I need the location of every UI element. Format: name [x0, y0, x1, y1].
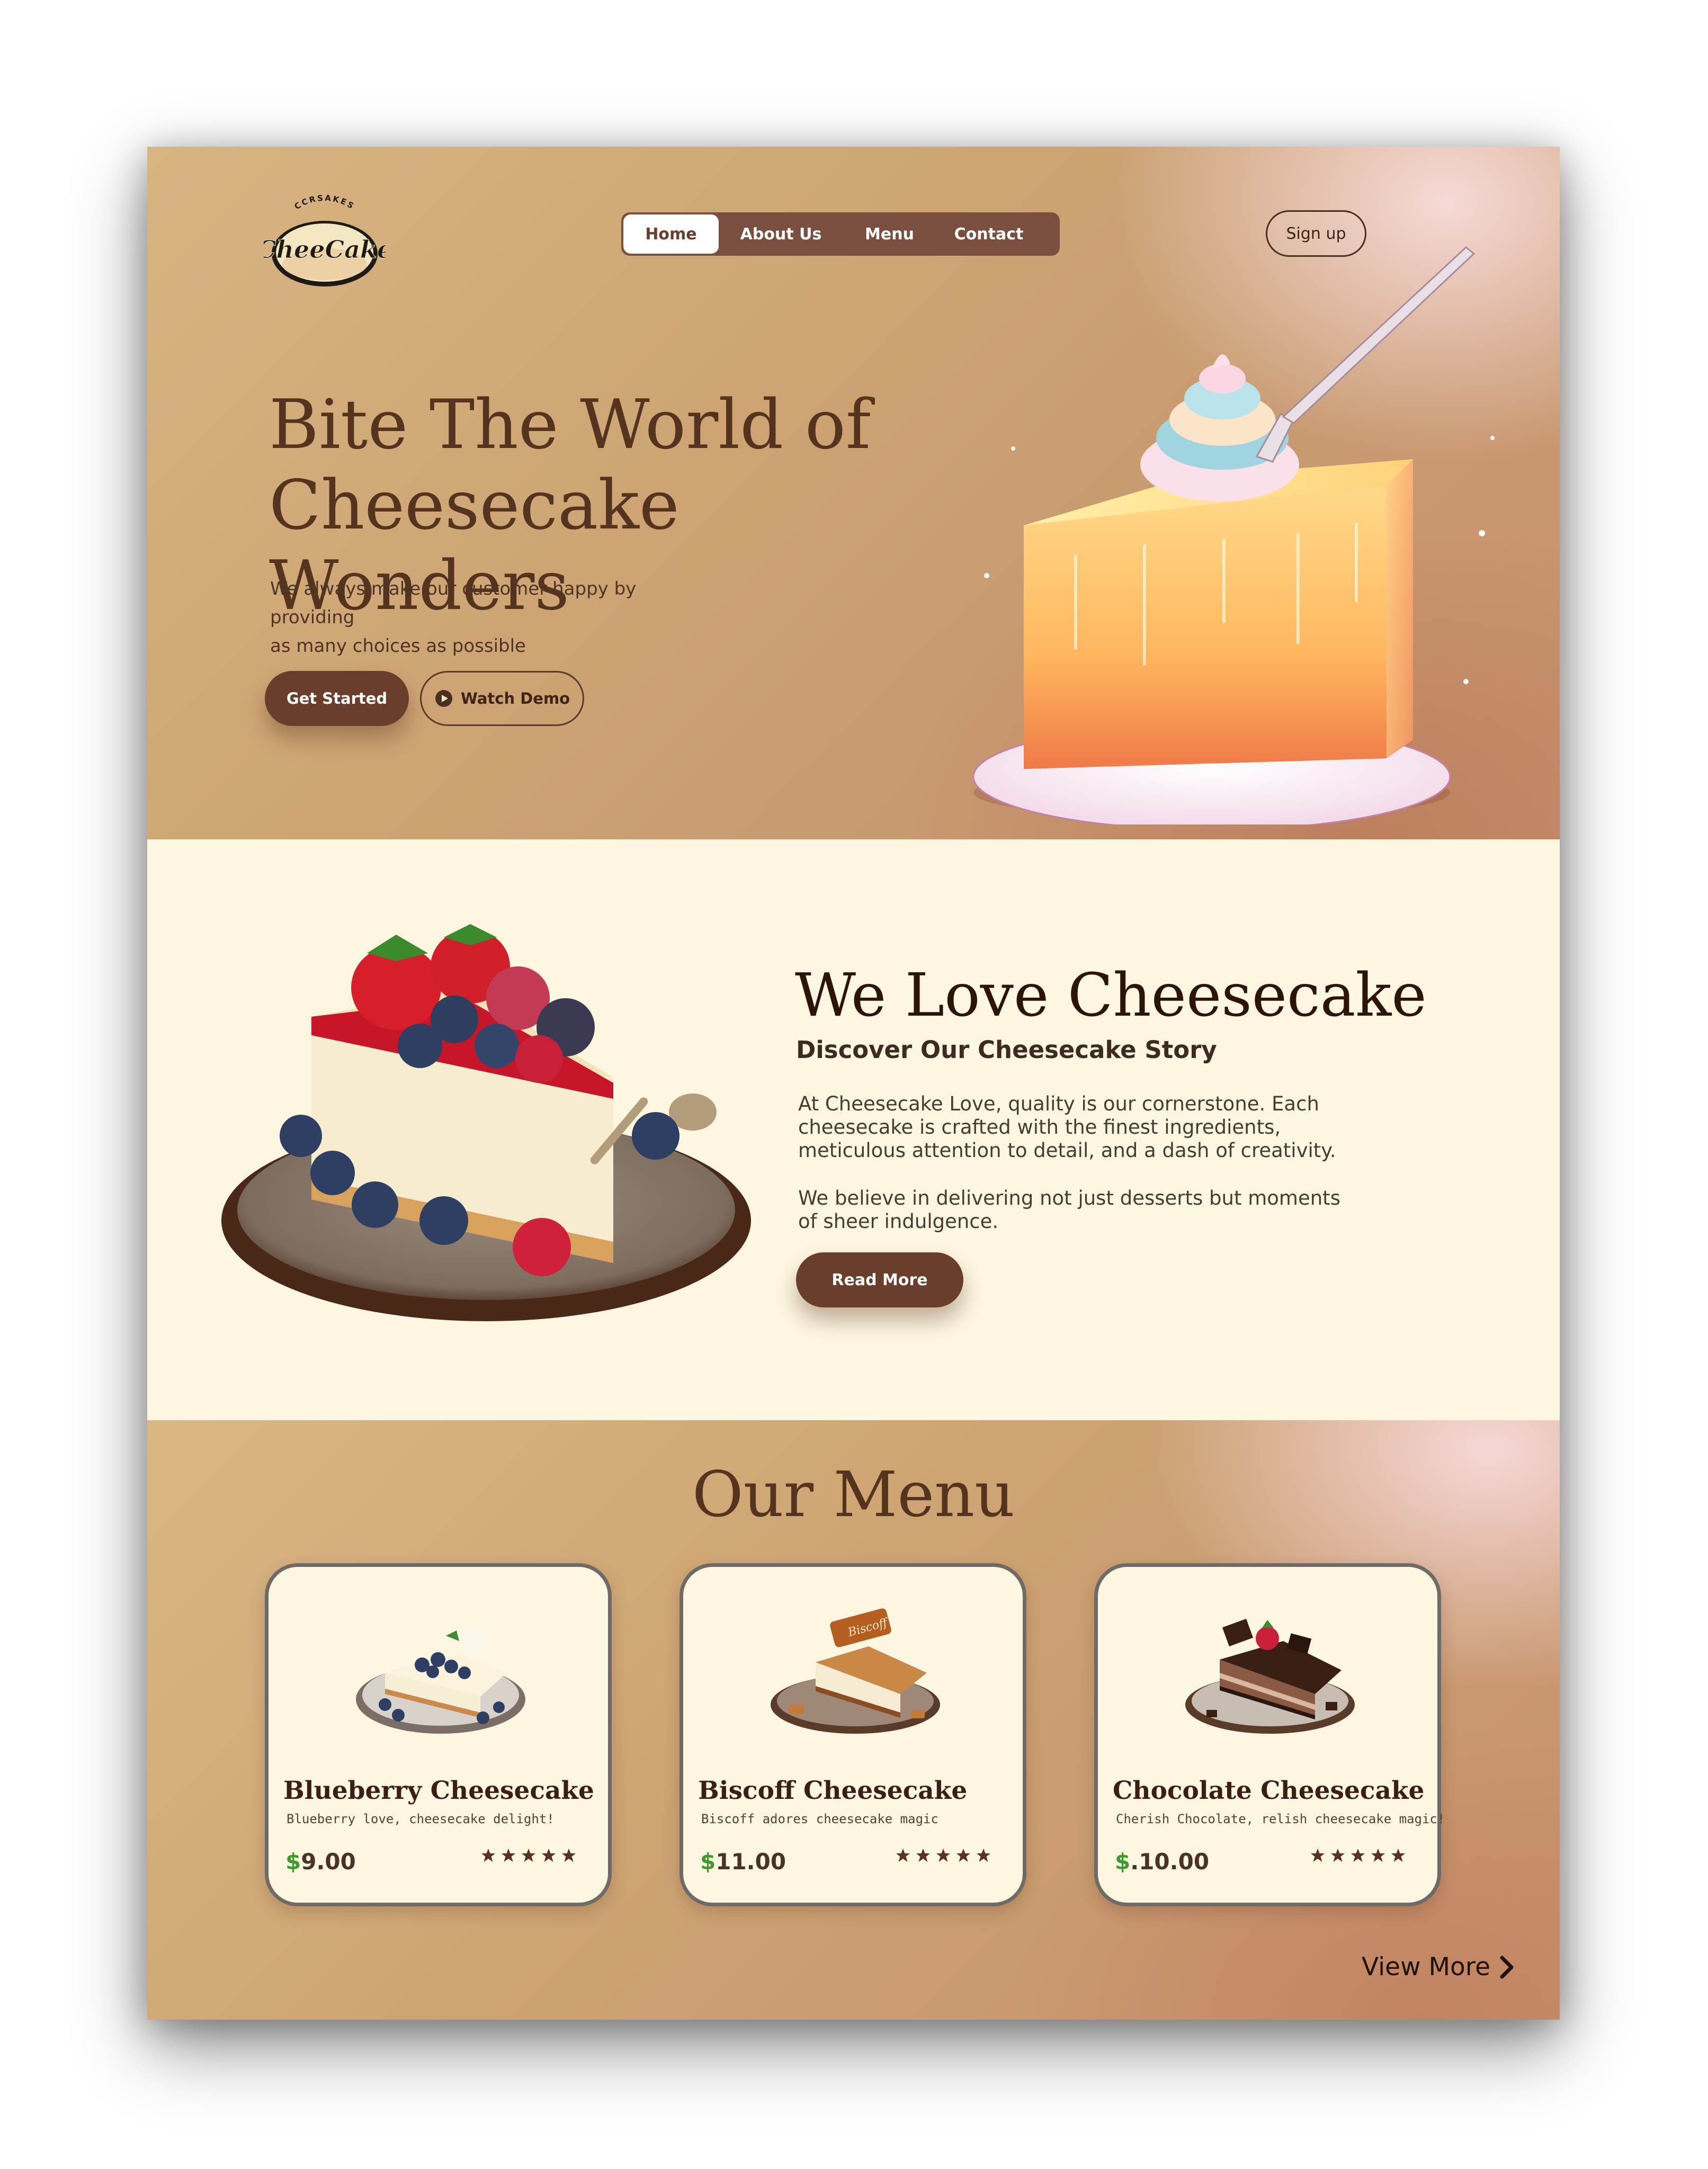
watch-demo-button[interactable]: Watch Demo — [420, 671, 584, 726]
svg-text:CCRSAKES: CCRSAKES — [293, 193, 357, 212]
price-value: 9.00 — [301, 1849, 356, 1875]
star-icon — [1371, 1849, 1385, 1862]
star-icon — [562, 1849, 576, 1862]
blueberry-cheesecake-image — [356, 1625, 525, 1734]
star-icon — [1311, 1849, 1325, 1862]
menu-item-price: $9.00 — [285, 1849, 356, 1875]
hero-title-line-1: Bite The World of — [269, 386, 871, 464]
hero-section: CCRSAKES CheeCake Home About Us Menu Con… — [147, 147, 1560, 839]
currency-symbol: $ — [1115, 1849, 1131, 1875]
hero-subtitle-line-1: We always make our customer happy by pro… — [270, 578, 637, 628]
star-icon — [1391, 1849, 1405, 1862]
star-icon — [1331, 1849, 1345, 1862]
berry-cheesecake-image — [221, 924, 751, 1321]
watch-demo-label: Watch Demo — [460, 689, 570, 707]
about-section: We Love Cheesecake Discover Our Cheeseca… — [147, 839, 1560, 1420]
star-icon — [1351, 1849, 1365, 1862]
menu-item-description: Cherish Chocolate, relish cheesecake mag… — [1116, 1812, 1445, 1826]
about-paragraph-1: At Cheesecake Love, quality is our corne… — [798, 1092, 1336, 1162]
menu-item-description: Biscoff adores cheesecake magic — [701, 1812, 938, 1826]
star-icon — [502, 1849, 515, 1862]
page: CCRSAKES CheeCake Home About Us Menu Con… — [147, 147, 1560, 2020]
star-icon — [522, 1849, 535, 1862]
play-icon — [435, 690, 452, 707]
chevron-right-icon — [1500, 1956, 1514, 1978]
logo-arc-text: CCRSAKES — [293, 193, 355, 212]
currency-symbol: $ — [285, 1849, 301, 1875]
get-started-button[interactable]: Get Started — [265, 671, 409, 726]
menu-item-title: Biscoff Cheesecake — [698, 1776, 968, 1805]
star-rating — [480, 1848, 577, 1863]
star-icon — [896, 1849, 910, 1862]
currency-symbol: $ — [700, 1849, 716, 1875]
star-rating — [895, 1848, 991, 1863]
nav-home[interactable]: Home — [623, 214, 719, 254]
nav-menu[interactable]: Menu — [843, 214, 936, 254]
hero-subtitle-line-2: as many choices as possible — [270, 635, 526, 657]
menu-section: Our Menu Blueberry Cheesecake Blueberry … — [147, 1420, 1560, 2020]
menu-card-chocolate[interactable]: Chocolate Cheesecake Cherish Chocolate, … — [1094, 1563, 1445, 1906]
brand-logo[interactable]: CCRSAKES CheeCake — [264, 190, 386, 291]
menu-item-title: Blueberry Cheesecake — [283, 1776, 594, 1805]
hero-subtitle: We always make our customer happy by pro… — [270, 575, 704, 660]
star-icon — [936, 1849, 950, 1862]
chocolate-cheesecake-image — [1185, 1618, 1355, 1734]
star-icon — [977, 1849, 990, 1862]
menu-item-price: $.10.00 — [1115, 1849, 1209, 1875]
star-icon — [481, 1849, 495, 1862]
star-rating — [1310, 1848, 1406, 1863]
biscoff-cheesecake-image: Biscoff — [771, 1608, 940, 1734]
logo-word: CheeCake — [264, 235, 386, 264]
nav-about-us[interactable]: About Us — [719, 214, 843, 254]
star-icon — [542, 1849, 556, 1862]
menu-card-blueberry[interactable]: Blueberry Cheesecake Blueberry love, che… — [265, 1563, 612, 1906]
view-more-label: View More — [1362, 1952, 1490, 1982]
read-more-button[interactable]: Read More — [796, 1252, 963, 1307]
menu-item-title: Chocolate Cheesecake — [1113, 1776, 1425, 1805]
about-paragraph-2: We believe in delivering not just desser… — [798, 1187, 1340, 1233]
about-subtitle: Discover Our Cheesecake Story — [796, 1036, 1217, 1064]
menu-item-description: Blueberry love, cheesecake delight! — [287, 1812, 555, 1826]
menu-item-price: $11.00 — [700, 1849, 786, 1875]
menu-card-biscoff[interactable]: Biscoff Biscoff Cheesecake Biscoff adore… — [679, 1563, 1026, 1906]
about-title: We Love Cheesecake — [795, 961, 1427, 1030]
view-more-link[interactable]: View More — [1362, 1952, 1515, 1982]
hero-cheesecake-image — [973, 246, 1495, 824]
menu-title: Our Menu — [692, 1458, 1015, 1531]
price-value: .10.00 — [1130, 1849, 1210, 1875]
star-icon — [916, 1849, 930, 1862]
price-value: 11.00 — [716, 1849, 786, 1875]
star-icon — [956, 1849, 970, 1862]
